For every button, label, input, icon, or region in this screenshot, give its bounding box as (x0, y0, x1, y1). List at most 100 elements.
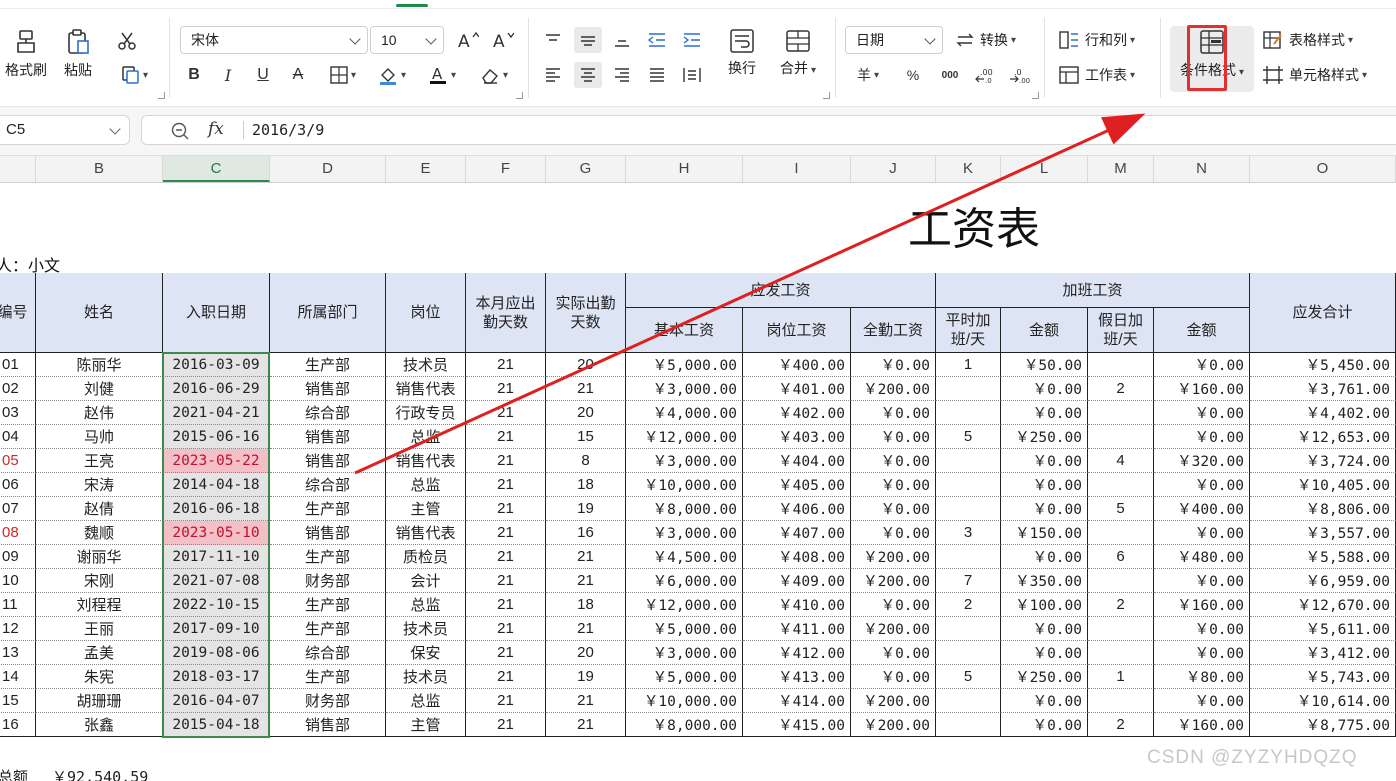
column-header-M[interactable]: M (1088, 156, 1154, 182)
row-ot-amount[interactable]: ￥0.00 (1001, 401, 1088, 425)
row-actual-days[interactable]: 21 (546, 689, 626, 713)
merge-button[interactable]: 合并 ▾ (774, 28, 822, 78)
row-post-pay[interactable]: ￥409.00 (743, 569, 851, 593)
row-post[interactable]: 总监 (386, 593, 466, 617)
alignment-launcher-icon[interactable] (823, 92, 830, 99)
row-post-pay[interactable]: ￥404.00 (743, 449, 851, 473)
row-ot-amount[interactable]: ￥0.00 (1001, 641, 1088, 665)
underline-button[interactable]: U (251, 62, 275, 88)
row-ot-amount[interactable]: ￥0.00 (1001, 689, 1088, 713)
row-hol-days[interactable]: 1 (1088, 665, 1154, 689)
row-hire-date[interactable]: 2021-07-08 (163, 569, 270, 593)
column-header-N[interactable]: N (1154, 156, 1250, 182)
row-post-pay[interactable]: ￥413.00 (743, 665, 851, 689)
header-base[interactable]: 基本工资 (626, 308, 743, 353)
row-name[interactable]: 马帅 (36, 425, 163, 449)
header-dept[interactable]: 所属部门 (270, 273, 386, 353)
cell-style-button[interactable]: 单元格样式 ▾ (1262, 62, 1367, 88)
row-name[interactable]: 王亮 (36, 449, 163, 473)
row-base-pay[interactable]: ￥3,000.00 (626, 521, 743, 545)
row-attend-pay[interactable]: ￥200.00 (851, 377, 936, 401)
align-bottom-button[interactable] (609, 27, 635, 53)
row-base-pay[interactable]: ￥4,000.00 (626, 401, 743, 425)
row-name[interactable]: 王丽 (36, 617, 163, 641)
row-due-days[interactable]: 21 (466, 593, 546, 617)
clipboard-launcher-icon[interactable] (158, 92, 165, 99)
row-attend-pay[interactable]: ￥200.00 (851, 569, 936, 593)
row-id[interactable]: 13 (0, 641, 36, 665)
row-post-pay[interactable]: ￥415.00 (743, 713, 851, 737)
row-hol-days[interactable] (1088, 641, 1154, 665)
row-hol-amount[interactable]: ￥480.00 (1154, 545, 1250, 569)
row-post[interactable]: 行政专员 (386, 401, 466, 425)
function-icon[interactable]: fx (208, 119, 224, 139)
header-overtime[interactable]: 加班工资 (936, 273, 1250, 308)
number-launcher-icon[interactable] (1032, 92, 1039, 99)
row-base-pay[interactable]: ￥5,000.00 (626, 353, 743, 377)
row-post[interactable]: 销售代表 (386, 377, 466, 401)
row-due-days[interactable]: 21 (466, 449, 546, 473)
row-name[interactable]: 朱宪 (36, 665, 163, 689)
row-post-pay[interactable]: ￥402.00 (743, 401, 851, 425)
rows-columns-button[interactable]: 行和列 ▾ (1058, 27, 1135, 53)
align-middle-button[interactable] (574, 27, 602, 53)
row-total[interactable]: ￥3,761.00 (1250, 377, 1396, 401)
align-top-button[interactable] (540, 27, 566, 53)
row-actual-days[interactable]: 21 (546, 377, 626, 401)
row-ot-amount[interactable]: ￥250.00 (1001, 425, 1088, 449)
row-actual-days[interactable]: 16 (546, 521, 626, 545)
row-dept[interactable]: 销售部 (270, 377, 386, 401)
row-id[interactable]: 07 (0, 497, 36, 521)
column-header-I[interactable]: I (743, 156, 851, 182)
row-hol-amount[interactable]: ￥160.00 (1154, 377, 1250, 401)
font-launcher-icon[interactable] (516, 92, 523, 99)
row-hire-date[interactable]: 2015-04-18 (163, 713, 270, 737)
strikethrough-button[interactable]: A (286, 62, 310, 88)
font-size-select[interactable]: 10 (370, 26, 444, 54)
row-post[interactable]: 会计 (386, 569, 466, 593)
thousands-button[interactable]: 000 (936, 62, 964, 88)
column-header-B[interactable]: B (36, 156, 163, 182)
row-ot-days[interactable] (936, 401, 1001, 425)
column-header-L[interactable]: L (1001, 156, 1088, 182)
row-post[interactable]: 总监 (386, 473, 466, 497)
row-actual-days[interactable]: 19 (546, 497, 626, 521)
row-ot-days[interactable] (936, 545, 1001, 569)
row-attend-pay[interactable]: ￥0.00 (851, 641, 936, 665)
row-base-pay[interactable]: ￥8,000.00 (626, 713, 743, 737)
wrap-text-button[interactable]: 换行 (722, 28, 762, 78)
row-actual-days[interactable]: 8 (546, 449, 626, 473)
row-post[interactable]: 主管 (386, 713, 466, 737)
row-id[interactable]: 11 (0, 593, 36, 617)
row-post[interactable]: 销售代表 (386, 521, 466, 545)
row-post[interactable]: 技术员 (386, 665, 466, 689)
row-hire-date[interactable]: 2023-05-22 (163, 449, 270, 473)
increase-decimal-button[interactable]: .00.0 (972, 62, 998, 88)
fill-color-button[interactable]: ▾ (373, 62, 411, 88)
row-ot-amount[interactable]: ￥250.00 (1001, 665, 1088, 689)
align-center-button[interactable] (574, 62, 602, 88)
row-hol-days[interactable]: 5 (1088, 497, 1154, 521)
align-right-button[interactable] (609, 62, 635, 88)
header-due-days[interactable]: 本月应出勤天数 (466, 273, 546, 353)
row-total[interactable]: ￥10,614.00 (1250, 689, 1396, 713)
row-dept[interactable]: 财务部 (270, 689, 386, 713)
row-ot-amount[interactable]: ￥0.00 (1001, 713, 1088, 737)
decrease-indent-button[interactable] (644, 27, 670, 53)
table-style-button[interactable]: 表格样式 ▾ (1262, 27, 1353, 53)
row-total[interactable]: ￥6,959.00 (1250, 569, 1396, 593)
formula-input[interactable]: fx 2016/3/9 (141, 115, 1396, 145)
row-total[interactable]: ￥12,670.00 (1250, 593, 1396, 617)
row-dept[interactable]: 综合部 (270, 401, 386, 425)
row-post-pay[interactable]: ￥400.00 (743, 353, 851, 377)
row-id[interactable]: 01 (0, 353, 36, 377)
row-hol-amount[interactable]: ￥160.00 (1154, 593, 1250, 617)
row-ot-days[interactable]: 5 (936, 665, 1001, 689)
row-post-pay[interactable]: ￥408.00 (743, 545, 851, 569)
row-post[interactable]: 销售代表 (386, 449, 466, 473)
row-hol-days[interactable] (1088, 689, 1154, 713)
row-hire-date[interactable]: 2021-04-21 (163, 401, 270, 425)
header-total[interactable]: 应发合计 (1250, 273, 1396, 353)
row-hol-days[interactable]: 2 (1088, 713, 1154, 737)
row-id[interactable]: 08 (0, 521, 36, 545)
